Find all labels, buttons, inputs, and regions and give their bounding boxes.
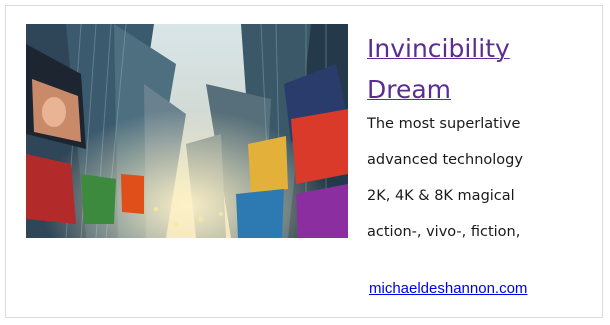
website-link[interactable]: michaeldeshannon.com [369,280,527,297]
title-line-2[interactable]: Dream [367,69,547,110]
description-line: advanced technology [367,152,523,168]
description-line: action-, vivo-, fiction, [367,224,521,240]
article-description: The most superlative advanced technology… [367,106,567,240]
description-line: The most superlative [367,116,521,132]
hero-image[interactable] [26,24,348,238]
article-title-link[interactable]: Invincibility Dream [367,28,547,110]
title-line-1[interactable]: Invincibility [367,28,547,69]
description-line: 2K, 4K & 8K magical [367,188,515,204]
times-square-image [26,24,348,238]
article-card: Invincibility Dream The most superlative… [5,5,603,318]
